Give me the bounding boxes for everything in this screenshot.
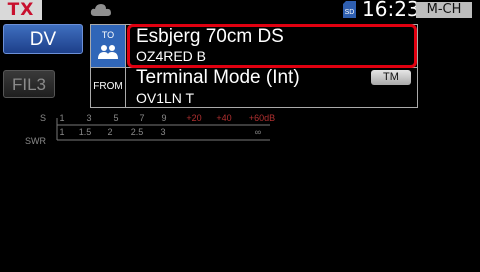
s-tick-label: 7 <box>139 113 144 123</box>
clock: 16:23 <box>362 0 420 21</box>
from-callsign: OV1LN T <box>136 90 195 106</box>
s-tick-label: 9 <box>161 113 166 123</box>
swr-meter-label: SWR <box>25 136 46 146</box>
s-tick-label: 5 <box>113 113 118 123</box>
tx-indicator: TX <box>0 0 42 20</box>
swr-tick-label: 2.5 <box>131 127 144 137</box>
s-tick-label: 1 <box>59 113 64 123</box>
s-meter-label: S <box>40 113 46 123</box>
filter-button[interactable]: FIL3 <box>3 70 55 98</box>
s-over-label: +20 <box>186 113 201 123</box>
tm-button[interactable]: TM <box>371 70 411 85</box>
to-label: TO <box>101 30 115 40</box>
s-tick-label: 3 <box>86 113 91 123</box>
swr-tick-label: 1.5 <box>79 127 92 137</box>
signal-meter: S SWR 1 3 5 7 9 +20 +40 +60dB 1 1.5 2 2.… <box>25 113 275 146</box>
swr-tick-label: 1 <box>59 127 64 137</box>
s-over-label: +40 <box>216 113 231 123</box>
mode-button[interactable]: DV <box>3 24 83 54</box>
sd-card-icon: SD <box>343 1 356 18</box>
cloud-icon <box>90 4 111 16</box>
to-highlight-outline <box>127 24 417 68</box>
from-label: FROM <box>93 81 123 92</box>
swr-tick-label: 2 <box>107 127 112 137</box>
swr-tick-label: ∞ <box>255 127 261 137</box>
panel-divider-vertical <box>125 25 126 107</box>
sd-label: SD <box>345 9 355 16</box>
group-icon <box>98 45 118 59</box>
swr-tick-label: 3 <box>160 127 165 137</box>
s-over-label: +60dB <box>249 113 275 123</box>
from-repeater-name: Terminal Mode (Int) <box>136 67 300 88</box>
memory-mode-badge[interactable]: M-CH <box>416 2 472 18</box>
